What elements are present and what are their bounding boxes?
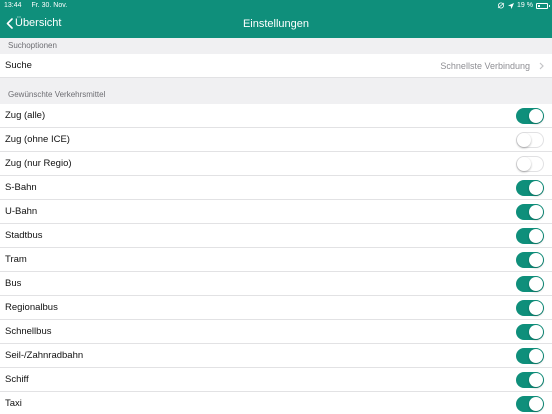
chevron-right-icon	[539, 62, 544, 70]
transport-toggle[interactable]	[516, 276, 544, 292]
transport-label: Tram	[5, 254, 27, 265]
toggle-knob	[529, 205, 543, 219]
location-arrow-icon	[508, 2, 515, 9]
transport-row: U-Bahn	[0, 200, 552, 224]
transport-toggle[interactable]	[516, 252, 544, 268]
transport-toggle[interactable]	[516, 372, 544, 388]
search-option-label: Suche	[5, 60, 32, 71]
toggle-knob	[529, 325, 543, 339]
toggle-knob	[529, 397, 543, 411]
transport-label: Seil-/Zahnradbahn	[5, 350, 84, 361]
transport-row: Schiff	[0, 368, 552, 392]
transport-toggle[interactable]	[516, 132, 544, 148]
status-date: Fr. 30. Nov.	[31, 2, 68, 9]
transport-label: U-Bahn	[5, 206, 38, 217]
transport-toggle[interactable]	[516, 156, 544, 172]
toggle-knob	[517, 133, 531, 147]
battery-icon	[536, 2, 550, 9]
transport-label: Zug (ohne ICE)	[5, 134, 70, 145]
toggle-knob	[517, 157, 531, 171]
transport-label: S-Bahn	[5, 182, 37, 193]
toggle-knob	[529, 373, 543, 387]
toggle-knob	[529, 229, 543, 243]
transport-label: Schnellbus	[5, 326, 52, 337]
transport-row: S-Bahn	[0, 176, 552, 200]
search-option-value: Schnellste Verbindung	[440, 61, 530, 71]
transport-row: Taxi	[0, 392, 552, 414]
toggle-knob	[529, 277, 543, 291]
toggle-knob	[529, 109, 543, 123]
toggle-knob	[529, 253, 543, 267]
transport-row: Zug (ohne ICE)	[0, 128, 552, 152]
transport-row: Schnellbus	[0, 320, 552, 344]
battery-percent: 19 %	[517, 2, 533, 9]
toggle-knob	[529, 301, 543, 315]
transport-label: Stadtbus	[5, 230, 43, 241]
page-title: Einstellungen	[242, 18, 310, 30]
transport-row: Stadtbus	[0, 224, 552, 248]
transport-row: Seil-/Zahnradbahn	[0, 344, 552, 368]
status-time: 13:44	[4, 2, 22, 9]
transport-toggle[interactable]	[516, 228, 544, 244]
transport-row: Regionalbus	[0, 296, 552, 320]
transport-label: Bus	[5, 278, 22, 289]
transport-toggle[interactable]	[516, 180, 544, 196]
toggle-knob	[529, 181, 543, 195]
section-header-search-options: Suchoptionen	[8, 41, 57, 50]
search-option-row[interactable]: Suche Schnellste Verbindung	[0, 54, 552, 78]
transport-toggle[interactable]	[516, 108, 544, 124]
transport-label: Zug (alle)	[5, 110, 46, 121]
transport-row: Bus	[0, 272, 552, 296]
transport-toggle[interactable]	[516, 396, 544, 412]
transport-toggle[interactable]	[516, 300, 544, 316]
transport-toggle[interactable]	[516, 324, 544, 340]
transport-row: Tram	[0, 248, 552, 272]
transport-label: Schiff	[5, 374, 29, 385]
transport-row: Zug (alle)	[0, 104, 552, 128]
toggle-knob	[529, 349, 543, 363]
transport-label: Taxi	[5, 398, 22, 409]
transport-row: Zug (nur Regio)	[0, 152, 552, 176]
section-header-transport: Gewünschte Verkehrsmittel	[8, 90, 106, 99]
do-not-disturb-icon	[497, 2, 505, 9]
transport-toggle[interactable]	[516, 348, 544, 364]
transport-label: Zug (nur Regio)	[5, 158, 72, 169]
transport-label: Regionalbus	[5, 302, 58, 313]
nav-bar: 13:44 Fr. 30. Nov. 19 % Übersicht Einste…	[0, 0, 552, 38]
transport-toggle[interactable]	[516, 204, 544, 220]
status-bar: 13:44 Fr. 30. Nov. 19 %	[0, 0, 552, 12]
